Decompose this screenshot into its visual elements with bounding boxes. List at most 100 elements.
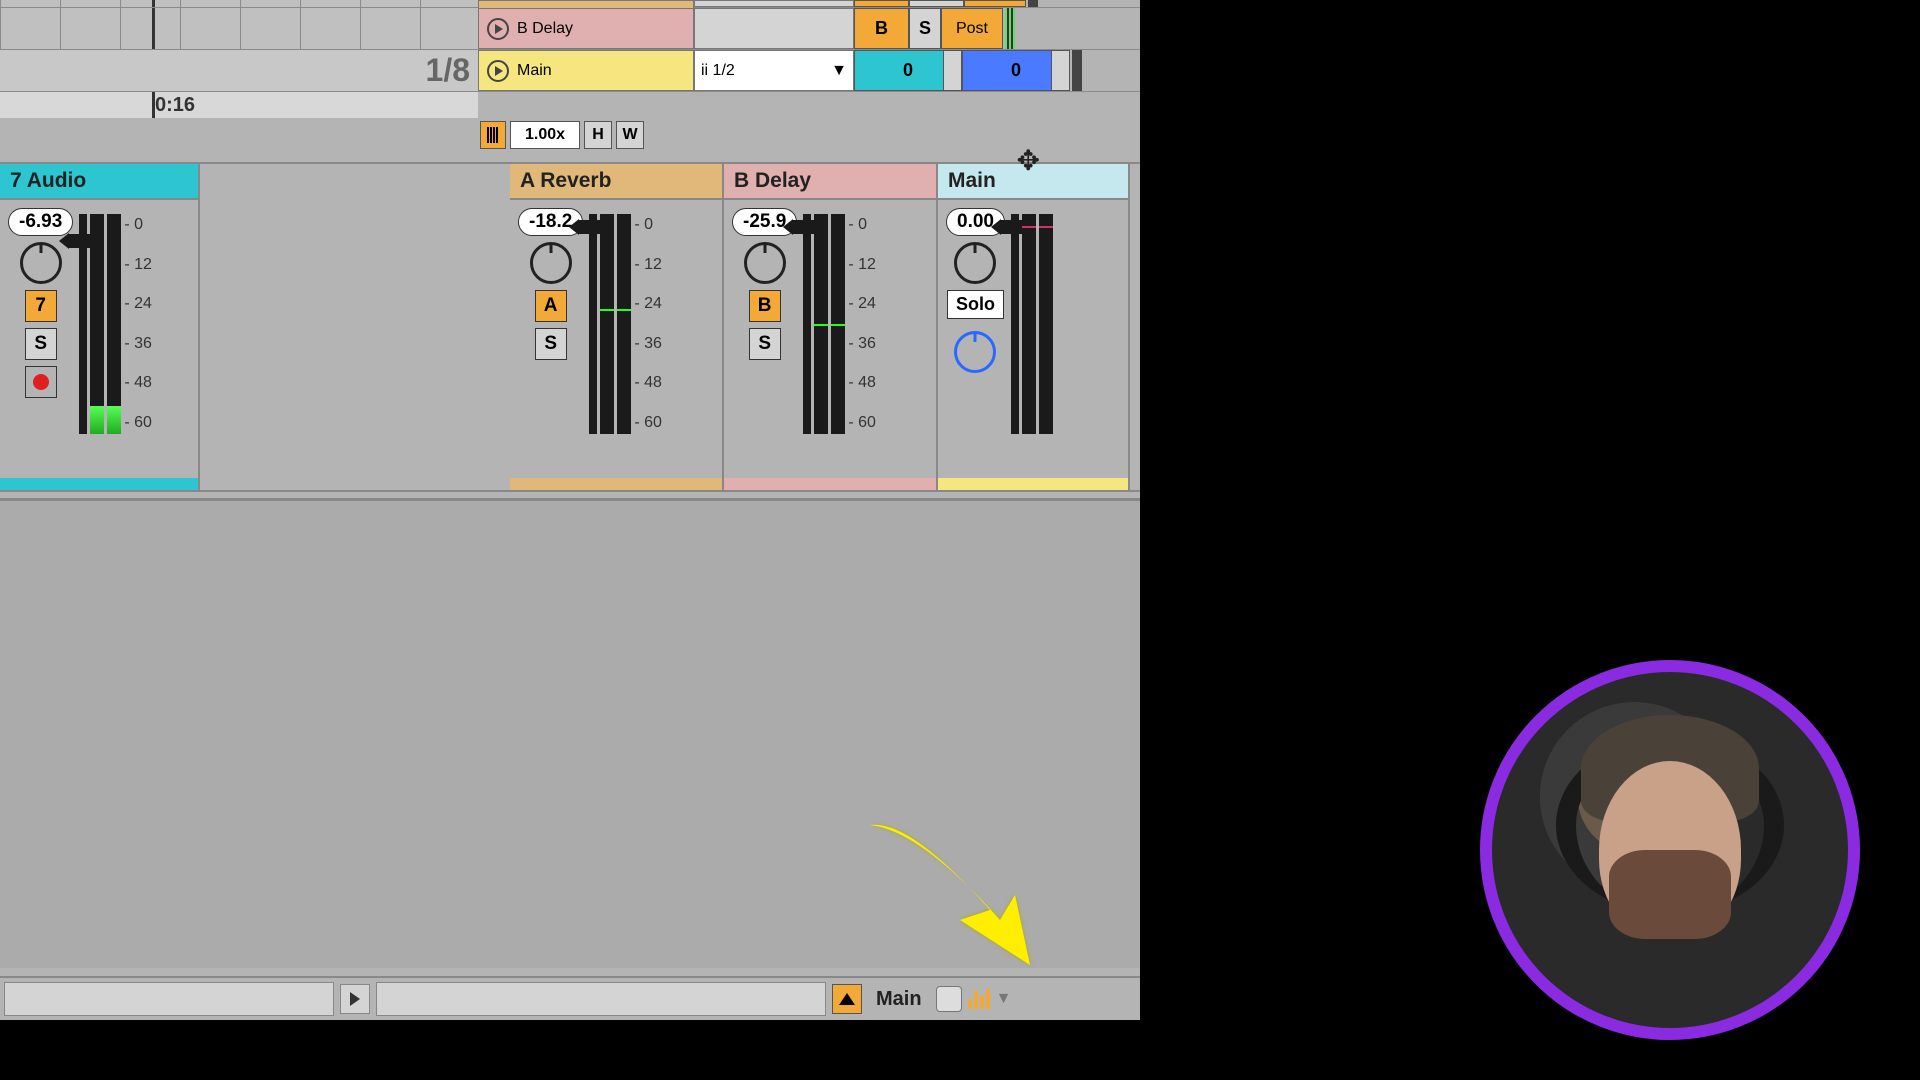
- chevron-down-icon[interactable]: ▼: [996, 990, 1012, 1008]
- device-drop-area[interactable]: [4, 982, 334, 1016]
- channel-footer: [724, 478, 936, 490]
- mixer-section: ✥ 7 Audio -6.93 7 S 01224364860: [0, 162, 1140, 492]
- send-b-button[interactable]: B: [854, 8, 909, 49]
- post-button[interactable]: Post: [941, 8, 1003, 49]
- send-value-label: 0: [1011, 60, 1021, 81]
- channel-footer: [938, 478, 1128, 490]
- daw-window: B Delay B S Post 1/8 Main ii 1/2 ▼ 0: [0, 0, 1140, 1020]
- toolbar: 1.00x H W: [0, 118, 1140, 152]
- pan-knob[interactable]: [20, 242, 62, 284]
- pan-knob[interactable]: [744, 242, 786, 284]
- send-value-label: 0: [903, 60, 913, 81]
- pan-knob[interactable]: [530, 242, 572, 284]
- track-play-button[interactable]: [487, 18, 509, 40]
- fader-area: [1011, 214, 1053, 434]
- level-meter: [814, 214, 828, 434]
- bottom-bar: Main ▼: [0, 976, 1140, 1020]
- volume-fader[interactable]: [1011, 214, 1019, 434]
- channel-title-label: A Reverb: [520, 169, 611, 193]
- double-speed-button[interactable]: W: [616, 121, 644, 149]
- timeline-ruler[interactable]: 0:16: [0, 92, 1140, 118]
- pan-knob[interactable]: [954, 242, 996, 284]
- volume-fader[interactable]: [589, 214, 597, 434]
- level-meter: [1022, 214, 1036, 434]
- level-meter: [600, 214, 614, 434]
- select-value: ii 1/2: [701, 62, 735, 80]
- send-letter-button[interactable]: A: [535, 290, 567, 322]
- channel-title[interactable]: A Reverb: [510, 164, 722, 200]
- cue-knob[interactable]: [954, 331, 996, 373]
- fader-area: 01224364860: [803, 214, 876, 434]
- level-meter: [831, 214, 845, 434]
- io-button[interactable]: [936, 986, 962, 1012]
- move-cursor-icon: ✥: [1017, 144, 1040, 177]
- track-name-cell[interactable]: B Delay: [478, 8, 694, 49]
- solo-button[interactable]: Solo: [947, 290, 1004, 319]
- mixer-channel-delay: B Delay -25.9 B S 01224364860: [724, 164, 938, 490]
- send-letter-button[interactable]: B: [749, 290, 781, 322]
- track-play-button[interactable]: [487, 60, 509, 82]
- channel-title[interactable]: B Delay: [724, 164, 936, 200]
- channel-title-label: Main: [948, 169, 996, 193]
- arrangement-cell[interactable]: [0, 8, 478, 49]
- solo-button[interactable]: S: [535, 328, 567, 360]
- solo-button[interactable]: S: [749, 328, 781, 360]
- mixer-channel-main: Main 0.00 Solo: [938, 164, 1130, 490]
- db-scale: 01224364860: [848, 214, 876, 434]
- level-meter: [1039, 214, 1053, 434]
- quantize-select[interactable]: ii 1/2 ▼: [694, 50, 854, 91]
- expand-button[interactable]: [832, 984, 862, 1014]
- track-row-b-delay: B Delay B S Post: [0, 8, 1140, 50]
- mixer-gap[interactable]: [200, 164, 510, 490]
- post-button[interactable]: [964, 0, 1026, 7]
- track-name-cell[interactable]: Main: [478, 50, 694, 91]
- fader-area: 01224364860: [79, 214, 152, 434]
- track-row-main: 1/8 Main ii 1/2 ▼ 0 0: [0, 50, 1140, 92]
- status-area: [376, 982, 826, 1016]
- solo-button[interactable]: [909, 0, 964, 7]
- send-value-b[interactable]: 0: [962, 50, 1070, 91]
- main-label[interactable]: Main: [868, 988, 930, 1011]
- time-position-label: 0:16: [155, 94, 195, 117]
- channel-footer: [510, 478, 722, 490]
- volume-fader[interactable]: [79, 214, 87, 434]
- level-meter: [107, 214, 121, 434]
- meter-mini: [1005, 8, 1015, 49]
- solo-button[interactable]: S: [909, 8, 941, 49]
- channel-footer: [0, 478, 198, 490]
- channel-title-label: B Delay: [734, 169, 811, 193]
- db-readout[interactable]: -6.93: [8, 208, 73, 236]
- fader-area: 01224364860: [589, 214, 662, 434]
- mixer-channel-audio7: 7 Audio -6.93 7 S 01224364860: [0, 164, 200, 490]
- record-arm-button[interactable]: [25, 366, 57, 398]
- detail-view[interactable]: [0, 498, 1140, 968]
- solo-button[interactable]: S: [25, 328, 57, 360]
- mixer-channel-reverb: A Reverb -18.2 A S 01224364860: [510, 164, 724, 490]
- half-speed-button[interactable]: H: [584, 121, 612, 149]
- chevron-down-icon: ▼: [831, 62, 847, 80]
- fraction-label: 1/8: [426, 52, 470, 89]
- locator-cell: 1/8: [0, 50, 478, 91]
- db-scale: 01224364860: [124, 214, 152, 434]
- webcam-overlay: [1480, 660, 1860, 1040]
- meter-mini: [1072, 50, 1082, 91]
- beard-shape: [1609, 850, 1730, 939]
- send-value-a[interactable]: 0: [854, 50, 962, 91]
- level-meter: [90, 214, 104, 434]
- track-name-label: B Delay: [517, 20, 573, 38]
- playback-speed[interactable]: 1.00x: [510, 121, 580, 149]
- channel-title-label: 7 Audio: [10, 169, 86, 193]
- spectrum-icon[interactable]: [968, 989, 990, 1009]
- clip-slot[interactable]: [694, 8, 854, 49]
- meter-mini: [1028, 0, 1038, 7]
- db-scale: 01224364860: [634, 214, 662, 434]
- volume-fader[interactable]: [803, 214, 811, 434]
- channel-title[interactable]: 7 Audio: [0, 164, 198, 200]
- waveform-icon[interactable]: [480, 121, 506, 149]
- clip-slot[interactable]: [694, 0, 854, 7]
- arrangement-cell[interactable]: [0, 0, 478, 7]
- track-number-button[interactable]: 7: [25, 290, 57, 322]
- send-a[interactable]: [854, 0, 909, 7]
- track-name-label: Main: [517, 62, 552, 80]
- preview-play-button[interactable]: [340, 984, 370, 1014]
